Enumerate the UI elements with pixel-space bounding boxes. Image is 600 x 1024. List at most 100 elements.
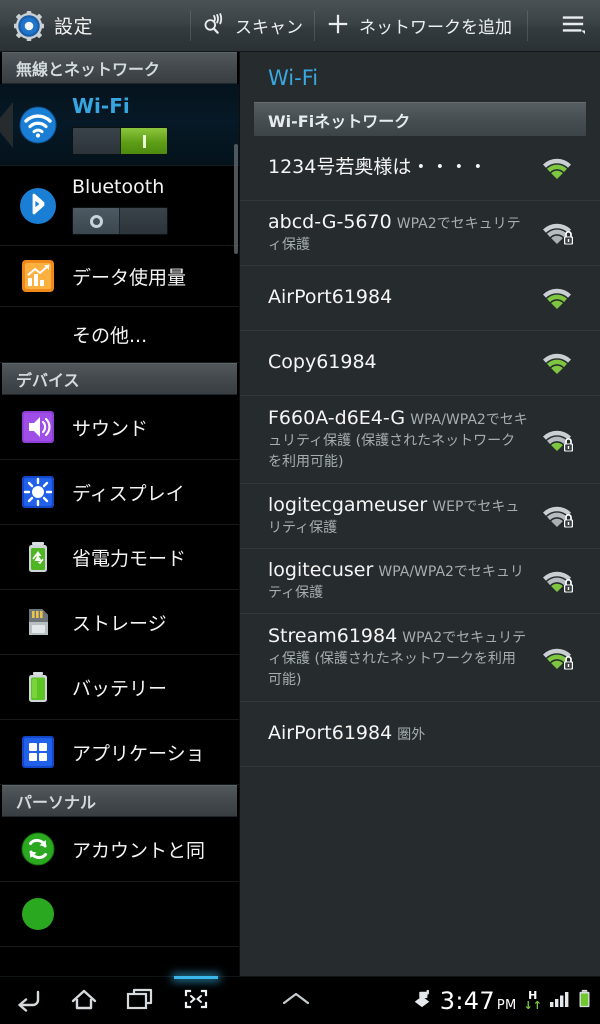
clock-ampm: PM xyxy=(496,997,517,1013)
sidebar-section-header-wireless: 無線とネットワーク xyxy=(2,52,237,84)
chevron-up-icon xyxy=(279,989,313,1013)
network-row[interactable]: logitecgameuser WEPでセキュリティ保護 xyxy=(240,484,600,549)
settings-sidebar[interactable]: 無線とネットワーク Wi-Fi Bluetooth データ使用量 その他... … xyxy=(0,52,240,976)
battery-status-icon xyxy=(578,989,591,1013)
network-ssid: Stream61984 xyxy=(268,624,398,647)
location-services-icon xyxy=(18,894,58,934)
applications-icon xyxy=(18,732,58,772)
sidebar-item-power-saving[interactable]: 省電力モード xyxy=(0,525,239,590)
sidebar-item-label-applications: アプリケーショ xyxy=(72,742,205,765)
network-row[interactable]: 1234号若奥様は・・・・ xyxy=(240,136,600,201)
expand-notifications-button[interactable] xyxy=(264,989,328,1013)
settings-gear-icon xyxy=(14,10,44,41)
network-ssid: abcd-G-5670 xyxy=(268,210,392,233)
power-saving-icon xyxy=(18,537,58,577)
wifi-signal-low-lock-icon xyxy=(540,568,574,594)
network-row[interactable]: abcd-G-5670 WPA2でセキュリティ保護 xyxy=(240,201,600,266)
sidebar-section-header-personal: パーソナル xyxy=(2,785,237,817)
network-row[interactable]: AirPort61984 xyxy=(240,266,600,331)
network-row[interactable]: Copy61984 xyxy=(240,331,600,396)
network-ssid: logitecgameuser xyxy=(268,493,428,516)
clock: 3:47 PM xyxy=(440,987,517,1015)
wifi-signal-strong-lock-icon xyxy=(540,645,574,671)
network-row[interactable]: AirPort61984 圏外 xyxy=(240,702,600,767)
sidebar-item-label-data-usage: データ使用量 xyxy=(72,266,187,289)
sidebar-item-label-accounts-sync: アカウントと同 xyxy=(72,839,206,862)
divider xyxy=(527,10,528,41)
page-title: Wi-Fi xyxy=(268,66,319,90)
scan-wifi-icon xyxy=(202,12,226,40)
status-area[interactable]: 3:47 PM H ↓↑ xyxy=(411,987,600,1015)
toggle-thumb xyxy=(120,128,167,154)
sidebar-item-bluetooth[interactable]: Bluetooth xyxy=(0,166,239,246)
network-row[interactable]: F660A-d6E4-G WPA/WPA2でセキュリティ保護 (保護されたネット… xyxy=(240,396,600,484)
settings-screen: 設定 スキャン ネットワークを追加 無線とネットワーク Wi-Fi Blueto… xyxy=(0,0,600,1024)
recents-button[interactable] xyxy=(112,977,168,1024)
sidebar-item-partial[interactable] xyxy=(0,882,239,947)
plus-icon xyxy=(326,12,350,40)
wifi-signal-none-lock-icon xyxy=(540,503,574,529)
wifi-signal-full-icon xyxy=(540,350,574,376)
accounts-sync-icon xyxy=(18,829,58,869)
sidebar-item-label-more: その他... xyxy=(72,325,148,347)
wifi-signal-full-icon xyxy=(540,155,574,181)
overflow-menu-icon xyxy=(559,12,587,40)
network-activity-arrows: ↓↑ xyxy=(523,999,542,1012)
sidebar-scrollbar[interactable] xyxy=(234,144,238,254)
add-network-button-label: ネットワークを追加 xyxy=(359,18,512,38)
recents-icon xyxy=(125,986,155,1016)
action-bar: 設定 スキャン ネットワークを追加 xyxy=(0,0,600,52)
network-security-status: 圏外 xyxy=(397,727,426,744)
data-usage-icon xyxy=(18,256,58,296)
wifi-signal-none-lock-icon xyxy=(540,220,574,246)
sidebar-item-accounts-sync[interactable]: アカウントと同 xyxy=(0,817,239,882)
network-row[interactable]: logitecuser WPA/WPA2でセキュリティ保護 xyxy=(240,549,600,614)
sidebar-item-more[interactable]: その他... xyxy=(0,307,239,363)
scan-button[interactable]: スキャン xyxy=(191,0,314,52)
system-navigation-bar: 3:47 PM H ↓↑ xyxy=(0,975,600,1024)
screen-capture-icon xyxy=(181,986,211,1016)
sidebar-item-battery[interactable]: バッテリー xyxy=(0,655,239,720)
sidebar-item-label-power-saving: 省電力モード xyxy=(72,547,187,570)
toggle-thumb xyxy=(73,208,120,234)
network-ssid: 1234号若奥様は・・・・ xyxy=(268,156,488,179)
network-row[interactable]: Stream61984 WPA2でセキュリティ保護 (保護されたネットワークを利… xyxy=(240,614,600,702)
notification-icon xyxy=(411,989,433,1013)
sound-icon xyxy=(18,407,58,447)
sidebar-item-data-usage[interactable]: データ使用量 xyxy=(0,246,239,307)
sidebar-item-sound[interactable]: サウンド xyxy=(0,395,239,460)
sidebar-item-label-sound: サウンド xyxy=(72,417,149,440)
bluetooth-toggle[interactable] xyxy=(72,207,168,235)
battery-icon xyxy=(18,667,58,707)
scan-button-label: スキャン xyxy=(235,18,303,38)
app-identity[interactable]: 設定 xyxy=(0,10,190,41)
sidebar-item-display[interactable]: ディスプレイ xyxy=(0,460,239,525)
sidebar-item-applications[interactable]: アプリケーショ xyxy=(0,720,239,785)
home-button[interactable] xyxy=(56,977,112,1024)
home-icon xyxy=(69,986,99,1016)
wifi-signal-full-icon xyxy=(540,285,574,311)
clock-time: 3:47 xyxy=(439,986,495,1015)
sidebar-item-storage[interactable]: ストレージ xyxy=(0,590,239,655)
cellular-signal-icon xyxy=(549,989,571,1013)
back-icon xyxy=(13,986,43,1016)
storage-icon xyxy=(18,602,58,642)
sidebar-item-label-wifi: Wi-Fi xyxy=(72,94,130,118)
display-icon xyxy=(18,472,58,512)
bluetooth-icon xyxy=(18,186,58,226)
add-network-button[interactable]: ネットワークを追加 xyxy=(315,0,523,52)
network-ssid: logitecuser xyxy=(268,558,374,581)
network-ssid: AirPort61984 xyxy=(268,286,393,309)
sidebar-item-label-storage: ストレージ xyxy=(72,612,167,635)
screen-capture-button[interactable] xyxy=(168,975,224,1024)
sidebar-item-label-bluetooth: Bluetooth xyxy=(72,176,165,198)
wifi-content-panel: Wi-Fi Wi-Fiネットワーク 1234号若奥様は・・・・ abcd-G-5… xyxy=(240,52,600,976)
sidebar-item-label-battery: バッテリー xyxy=(72,677,168,700)
sidebar-item-label-display: ディスプレイ xyxy=(72,482,185,505)
overflow-menu-button[interactable] xyxy=(548,0,600,52)
back-button[interactable] xyxy=(0,977,56,1024)
sidebar-item-wifi[interactable]: Wi-Fi xyxy=(0,84,239,166)
wifi-networks-subheader: Wi-Fiネットワーク xyxy=(254,102,586,136)
wifi-toggle[interactable] xyxy=(72,127,168,155)
no-signal-placeholder xyxy=(540,721,574,747)
